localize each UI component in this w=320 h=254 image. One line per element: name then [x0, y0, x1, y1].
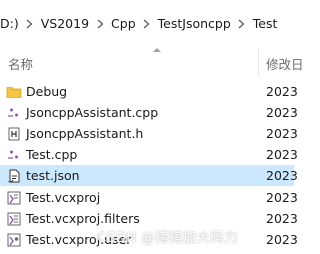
file-row-jsoncppassistant-cpp[interactable]: JsoncppAssistant.cpp 2023 [0, 102, 298, 123]
file-name: JsoncppAssistant.h [26, 126, 144, 141]
file-date: 2023 [266, 190, 298, 205]
file-date: 2023 [266, 105, 298, 120]
file-date: 2023 [266, 211, 298, 226]
breadcrumb-testjsoncpp[interactable]: TestJsoncpp [158, 16, 231, 31]
vcxproj-file-icon [6, 190, 22, 206]
chevron-right-icon[interactable] [19, 16, 41, 31]
file-name: Test.cpp [26, 147, 78, 162]
filters-file-icon [6, 211, 22, 227]
file-name: test.json [26, 168, 80, 183]
file-name: JsoncppAssistant.cpp [26, 105, 159, 120]
file-date: 2023 [266, 232, 298, 247]
file-date: 2023 [266, 84, 298, 99]
file-date: 2023 [266, 168, 298, 183]
breadcrumb-cpp[interactable]: Cpp [111, 16, 136, 31]
user-file-icon [6, 232, 22, 248]
cpp-file-icon [6, 147, 22, 163]
file-row-test-json[interactable]: test.json 2023 [0, 165, 298, 186]
file-date: 2023 [266, 147, 298, 162]
chevron-right-icon[interactable] [231, 16, 253, 31]
column-header: 名称 修改日 [0, 48, 304, 76]
breadcrumb-test[interactable]: Test [253, 16, 278, 31]
breadcrumb-vs2019[interactable]: VS2019 [41, 16, 89, 31]
chevron-right-icon[interactable] [136, 16, 158, 31]
file-name: Test.vcxproj [26, 190, 101, 205]
json-file-icon [6, 168, 22, 184]
file-name: Test.vcxproj.filters [26, 211, 140, 226]
file-date: 2023 [266, 126, 298, 141]
column-date-modified[interactable]: 修改日 [266, 54, 304, 73]
column-name[interactable]: 名称 [8, 54, 33, 73]
file-row-test-vcxproj[interactable]: Test.vcxproj 2023 [0, 187, 298, 208]
file-row-debug[interactable]: Debug 2023 [0, 81, 298, 102]
file-row-test-cpp[interactable]: Test.cpp 2023 [0, 144, 298, 165]
breadcrumb: D:) VS2019 Cpp TestJsoncpp Test [0, 0, 294, 46]
breadcrumb-drive[interactable]: D:) [0, 16, 19, 31]
watermark: CSDN @猪猪加大码力 [97, 230, 238, 246]
header-file-icon [6, 126, 22, 142]
chevron-right-icon[interactable] [89, 16, 111, 31]
cpp-file-icon [6, 105, 22, 121]
sort-up-icon [153, 48, 161, 52]
file-row-jsoncppassistant-h[interactable]: JsoncppAssistant.h 2023 [0, 123, 298, 144]
file-name: Debug [26, 84, 68, 99]
folder-icon [6, 84, 22, 100]
column-divider[interactable] [258, 48, 259, 76]
